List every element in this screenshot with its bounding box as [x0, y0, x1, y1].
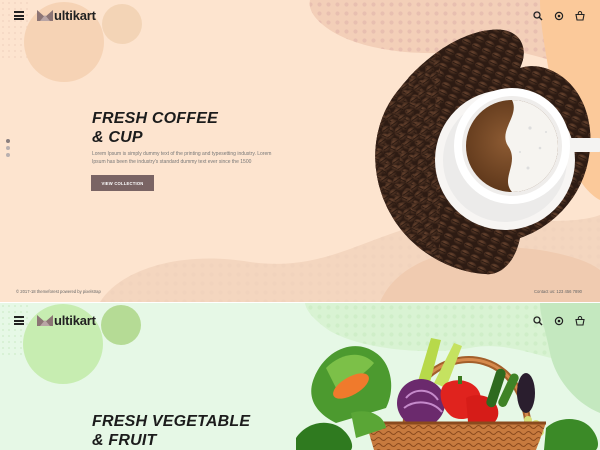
slide-dot-3[interactable] — [6, 153, 10, 157]
cart-icon[interactable] — [574, 315, 586, 327]
slide-title-line2: & CUP — [92, 129, 143, 146]
slide-dot-2[interactable] — [6, 146, 10, 150]
logo-m-icon — [37, 315, 53, 326]
menu-icon[interactable] — [14, 316, 24, 325]
view-collection-button[interactable]: VIEW COLLECTION — [91, 175, 154, 191]
contact-text: Contact us: 123 456 7890 — [534, 289, 582, 294]
coffee-cup-image — [375, 29, 600, 275]
settings-icon[interactable] — [553, 315, 565, 327]
settings-icon[interactable] — [553, 10, 565, 22]
menu-icon[interactable] — [14, 11, 24, 20]
coffee-slide: ultikart FRESH COFFEE & CUP Lorem Ipsum … — [0, 0, 600, 302]
cart-icon[interactable] — [574, 10, 586, 22]
slide-description: Lorem Ipsum is simply dummy text of the … — [92, 151, 272, 165]
logo[interactable]: ultikart — [37, 8, 96, 23]
search-icon[interactable] — [532, 10, 544, 22]
logo-text: ultikart — [54, 313, 96, 328]
copyright-text: © 2017-18 themeforest powered by pixelst… — [16, 289, 101, 294]
logo-m-icon — [37, 10, 53, 21]
vegetable-basket-image — [296, 338, 599, 450]
slide-title-line2: & FRUIT — [92, 432, 157, 449]
slide-title-line1: FRESH VEGETABLE — [92, 413, 251, 430]
search-icon[interactable] — [532, 315, 544, 327]
logo[interactable]: ultikart — [37, 313, 96, 328]
slide-title: FRESH VEGETABLE & FRUIT — [92, 412, 250, 450]
logo-text: ultikart — [54, 8, 96, 23]
slider-pagination — [6, 139, 10, 160]
slide-dot-1[interactable] — [6, 139, 10, 143]
slide-title-line1: FRESH COFFEE — [92, 110, 218, 127]
slide-title: FRESH COFFEE & CUP — [92, 109, 218, 147]
